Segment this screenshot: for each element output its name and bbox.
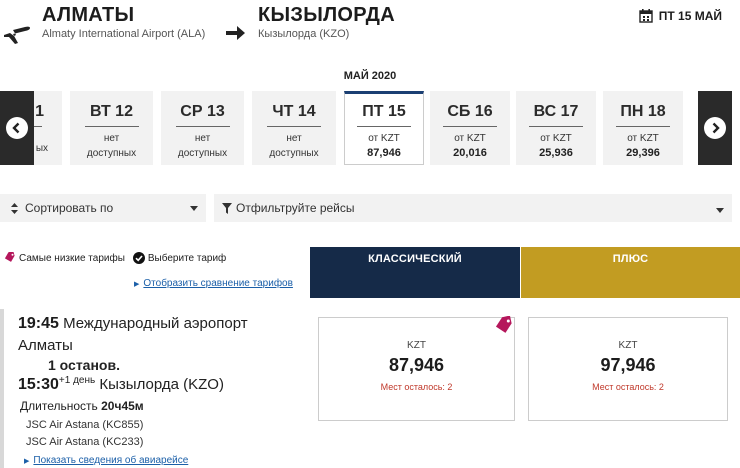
fare-header-plus: ПЛЮС	[521, 247, 740, 298]
arrow-right-circle-icon	[712, 122, 720, 134]
origin-city: АЛМАТЫ Almaty International Airport (ALA…	[42, 4, 205, 40]
check-circle-icon	[132, 252, 145, 264]
arrival-day-offset: +1 день	[58, 375, 96, 386]
price-tag-icon	[495, 316, 512, 333]
seats-left: Мест осталось: 2	[380, 382, 453, 392]
next-dates-button[interactable]	[698, 91, 732, 165]
prev-dates-button[interactable]	[0, 91, 34, 165]
chevron-down-icon	[190, 206, 198, 211]
origin-airport: Almaty International Airport (ALA)	[42, 28, 206, 40]
seats-left: Мест осталось: 2	[592, 382, 664, 392]
route-header: АЛМАТЫ Almaty International Airport (ALA…	[0, 0, 740, 60]
sort-label: Сортировать по	[25, 201, 114, 215]
legend-choose: Выберите тариф	[147, 252, 227, 264]
arrival-time: 15:30	[18, 376, 59, 393]
fare-legend: Самые низкие тарифы Выберите тариф	[4, 252, 226, 264]
day-cell[interactable]: СБ 16 от KZT 20,016	[430, 91, 510, 165]
destination-code: КЫЗЫЛОРДА	[258, 4, 395, 26]
day-price: 29,396	[626, 147, 660, 159]
filter-icon	[222, 202, 232, 214]
airplane-icon	[4, 26, 30, 44]
fare-header-classic: КЛАССИЧЕСКИЙ	[310, 247, 520, 298]
arrow-left-icon	[12, 122, 20, 134]
origin-code: АЛМАТЫ	[42, 4, 135, 26]
calendar-month: МАЙ 2020	[343, 70, 397, 82]
price-amount: 97,946	[600, 355, 656, 375]
filter-label: Отфильтруйте рейсы	[236, 201, 355, 215]
arrow-right-icon	[226, 26, 245, 40]
price-card-plus[interactable]: KZT 97,946 Мест осталось: 2	[528, 317, 728, 421]
sort-icon	[11, 202, 18, 214]
day-price: 25,936	[539, 147, 573, 159]
day-price: 87,946	[367, 147, 401, 159]
sort-dropdown[interactable]: Сортировать по	[0, 194, 206, 222]
destination-city: КЫЗЫЛОРДА Кызылорда (KZO)	[258, 4, 395, 40]
day-cell[interactable]: ЧТ 14 нет доступных	[252, 91, 336, 165]
legend-lowest: Самые низкие тарифы	[19, 252, 125, 264]
price-currency: KZT	[407, 340, 426, 351]
destination-airport: Кызылорда (KZO)	[258, 28, 350, 40]
carrier-segment: JSC Air Astana (KC855)	[26, 419, 144, 431]
day-cell[interactable]: ВТ 12 нет доступных	[70, 91, 153, 165]
chevron-down-icon	[716, 208, 724, 213]
triangle-right-icon: ▶	[134, 281, 140, 288]
travel-date-label: ПТ 15 МАЙ	[658, 9, 722, 23]
travel-date[interactable]: ПТ 15 МАЙ	[639, 9, 722, 23]
filter-bar: Сортировать по Отфильтруйте рейсы	[0, 194, 740, 222]
day-cell-selected[interactable]: ПТ 15 от KZT 87,946	[344, 91, 424, 165]
filter-dropdown[interactable]: Отфильтруйте рейсы	[214, 194, 732, 222]
flight-duration: Длительность 20ч45м	[20, 399, 144, 413]
date-carousel: 1 ых ВТ 12 нет доступных СР 13 нет досту…	[0, 91, 740, 167]
day-cell[interactable]: СР 13 нет доступных	[161, 91, 244, 165]
departure-airport: Международный аэропорт	[63, 315, 248, 332]
compare-fares-link[interactable]: ▶ Отобразить сравнение тарифов	[134, 278, 293, 289]
price-amount: 87,946	[388, 355, 445, 375]
flight-info: 19:45 Международный аэропорт Алматы 1 ос…	[0, 309, 310, 468]
price-currency: KZT	[618, 340, 638, 351]
calendar-icon	[639, 9, 653, 23]
triangle-right-icon: ▶	[24, 458, 30, 465]
price-card-classic[interactable]: KZT 87,946 Мест осталось: 2	[318, 316, 515, 421]
day-cell[interactable]: ПН 18 от KZT 29,396	[603, 91, 683, 165]
price-tag-icon	[4, 252, 15, 262]
day-cell[interactable]: ВС 17 от KZT 25,936	[516, 91, 596, 165]
carrier-segment: JSC Air Astana (KC233)	[26, 436, 144, 448]
departure-time: 19:45	[18, 315, 59, 332]
stops-count: 1 останов.	[48, 357, 120, 373]
arrival-airport: Кызылорда (KZO)	[99, 376, 224, 393]
flight-details-link[interactable]: ▶ Показать сведения об авиарейсе	[24, 455, 188, 466]
day-price: 20,016	[453, 147, 487, 159]
departure-airport-city: Алматы	[18, 337, 73, 354]
